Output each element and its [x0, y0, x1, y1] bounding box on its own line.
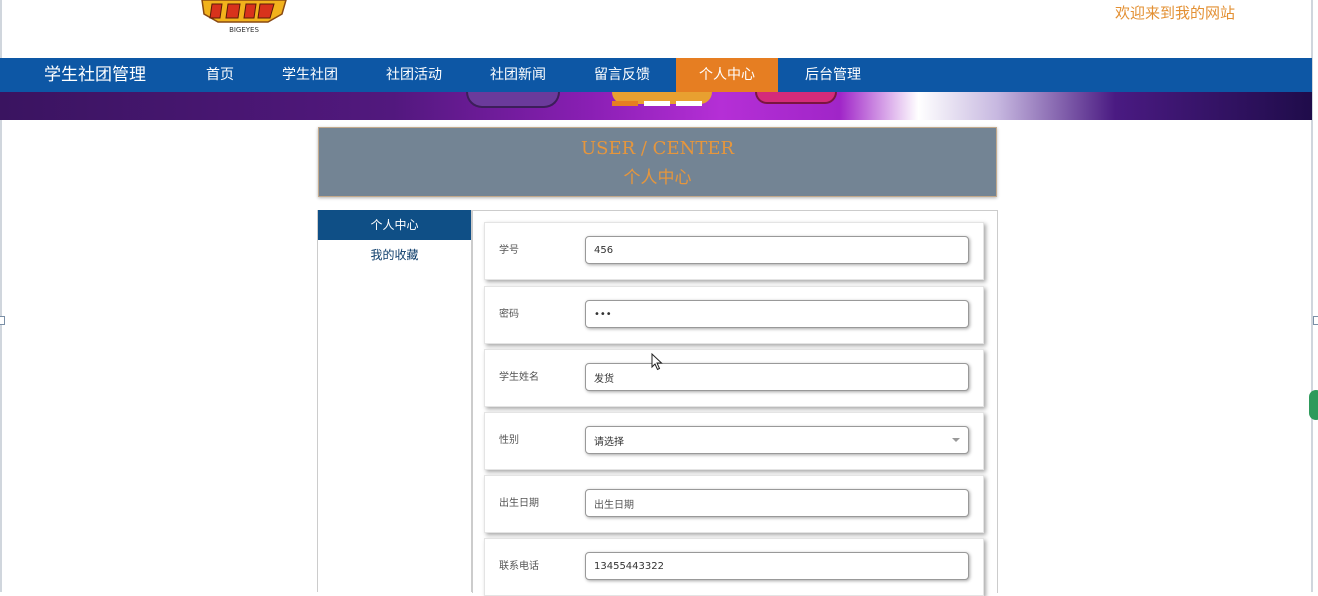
resize-handle-left[interactable] [0, 316, 5, 325]
student-id-input[interactable]: 456 [585, 236, 969, 264]
chevron-down-icon [952, 438, 960, 442]
password-input[interactable]: ••• [585, 300, 969, 328]
nav-item-activities[interactable]: 社团活动 [374, 58, 454, 92]
banner-carousel [0, 92, 1312, 120]
student-name-input[interactable]: 发货 [585, 363, 969, 391]
form-row-gender: 性别 请选择 [484, 412, 984, 470]
nav-item-admin[interactable]: 后台管理 [792, 58, 874, 92]
gender-select-value: 请选择 [594, 436, 624, 448]
page-title-cn: 个人中心 [623, 168, 692, 188]
birthdate-input[interactable]: 出生日期 [585, 489, 969, 517]
nav-item-news[interactable]: 社团新闻 [478, 58, 558, 92]
resize-handle-right[interactable] [1313, 316, 1318, 325]
logo-text: BIGEYES [229, 26, 259, 34]
mouse-cursor-icon [651, 353, 663, 371]
nav-item-clubs[interactable]: 学生社团 [270, 58, 350, 92]
form-row-student-id: 学号 456 [484, 222, 984, 280]
birthdate-label: 出生日期 [499, 498, 539, 509]
form-row-student-name: 学生姓名 发货 [484, 349, 984, 407]
sidebar-item-personal-center[interactable]: 个人中心 [318, 210, 471, 240]
gender-label: 性别 [499, 435, 519, 446]
carousel-dot-3[interactable] [676, 101, 702, 106]
phone-label: 联系电话 [499, 561, 539, 572]
page-title-box: USER / CENTER 个人中心 [318, 127, 997, 197]
nav-item-home[interactable]: 首页 [192, 58, 248, 92]
student-name-label: 学生姓名 [499, 372, 539, 383]
floating-widget[interactable] [1309, 390, 1318, 420]
phone-input[interactable]: 13455443322 [585, 552, 969, 580]
site-logo[interactable]: BIGEYES [198, 0, 290, 36]
page-title-en: USER / CENTER [580, 138, 735, 159]
welcome-text: 欢迎来到我的网站 [1115, 4, 1236, 22]
password-label: 密码 [499, 309, 519, 320]
carousel-dot-1[interactable] [612, 101, 638, 106]
form-row-phone: 联系电话 13455443322 [484, 538, 984, 596]
form-row-password: 密码 ••• [484, 286, 984, 344]
nav-item-feedback[interactable]: 留言反馈 [582, 58, 662, 92]
main-navbar: 学生社团管理 首页 学生社团 社团活动 社团新闻 留言反馈 个人中心 后台管理 [0, 58, 1312, 92]
gender-select[interactable]: 请选择 [585, 426, 969, 454]
student-id-label: 学号 [499, 245, 519, 256]
nav-brand[interactable]: 学生社团管理 [44, 58, 146, 92]
carousel-dot-2[interactable] [644, 101, 670, 106]
form-row-birthdate: 出生日期 出生日期 [484, 475, 984, 533]
sidebar-item-favorites[interactable]: 我的收藏 [318, 240, 471, 270]
nav-item-personal-center[interactable]: 个人中心 [676, 58, 778, 92]
sidebar-menu: 个人中心 我的收藏 [317, 210, 472, 592]
